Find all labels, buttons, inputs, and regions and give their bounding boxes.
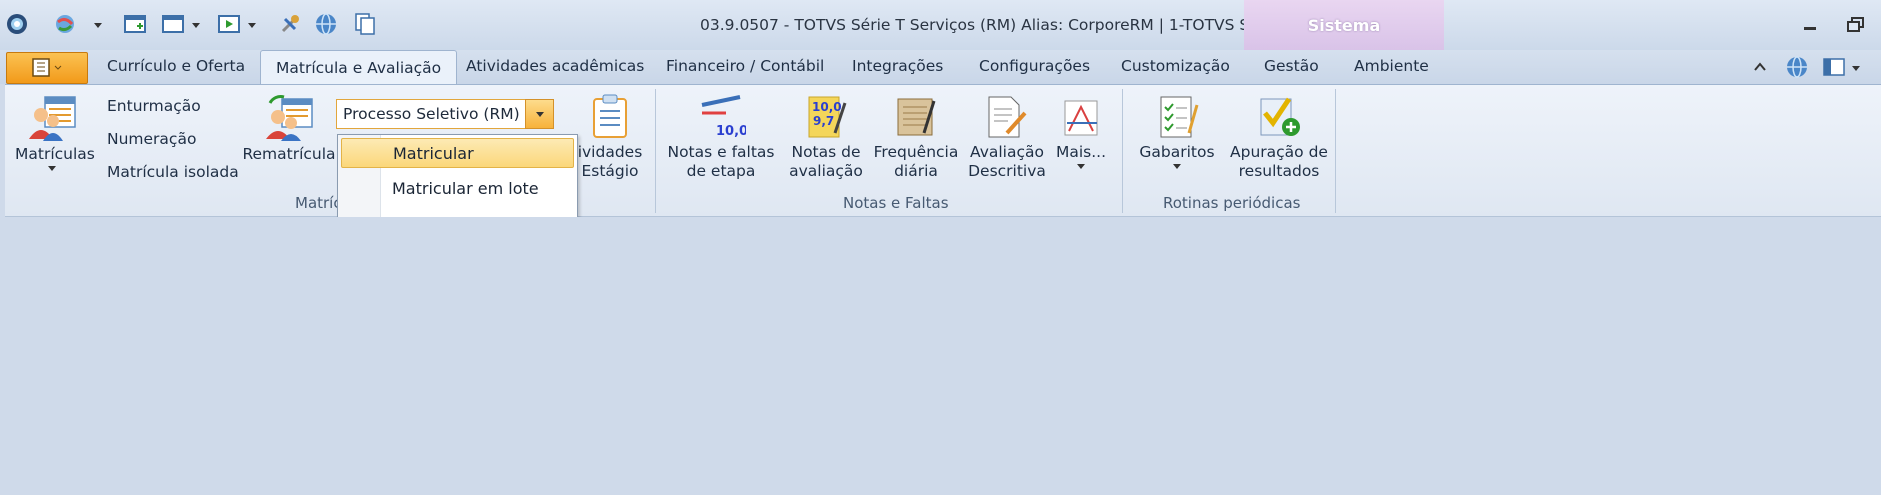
notas-faltas-etapa-button[interactable]: 10,0 Notas e faltas de etapa [665, 93, 777, 181]
notas-avaliacao-label-1: Notas de [791, 143, 861, 161]
gabaritos-button[interactable]: Gabaritos [1135, 93, 1219, 169]
collapse-ribbon-icon[interactable] [1750, 54, 1770, 80]
tab-matricula-avaliacao[interactable]: Matrícula e Avaliação [260, 50, 458, 84]
apuracao-resultados-label-1: Apuração de [1230, 143, 1328, 161]
app-logo-icon[interactable] [4, 11, 30, 37]
checklist-icon [1160, 96, 1199, 138]
dropdown-arrow-icon[interactable] [190, 11, 202, 37]
dropdown-arrow-icon[interactable] [246, 11, 258, 37]
mais-button[interactable]: Mais... [1053, 93, 1109, 169]
run-icon[interactable] [216, 11, 242, 37]
dropdown-arrow-icon[interactable] [1850, 54, 1862, 80]
rematricula-icon [266, 95, 313, 141]
window-icon[interactable] [160, 11, 186, 37]
avaliacao-descritiva-label-2: Descritiva [968, 162, 1046, 180]
chevron-down-icon [48, 166, 56, 171]
svg-text:9,7: 9,7 [813, 114, 834, 128]
context-tab-label: Sistema [1307, 16, 1381, 35]
window-title: 03.9.0507 - TOTVS Série T Serviços (RM) … [700, 16, 1261, 34]
copy-icon[interactable] [352, 11, 378, 37]
group-label-rotinas-periodicas: Rotinas periódicas [1163, 194, 1301, 212]
tab-integracoes[interactable]: Integrações [852, 57, 943, 75]
document-pencil-icon [988, 96, 1027, 138]
notas-avaliacao-label-2: avaliação [789, 162, 863, 180]
apuracao-resultados-button[interactable]: Apuração de resultados [1223, 93, 1335, 181]
clipboard-icon [593, 94, 627, 138]
atividades-estagio-button[interactable]: ividades Estágio [571, 93, 649, 181]
group-separator [1335, 89, 1336, 213]
tab-financeiro-contabil[interactable]: Financeiro / Contábil [666, 57, 824, 75]
atividades-estagio-label-2: Estágio [581, 162, 639, 180]
ribbon-panel: Matrículas Enturmação Numeração Matrícul… [5, 84, 1881, 218]
notas-faltas-etapa-label-1: Notas e faltas [667, 143, 775, 161]
frequencia-diaria-label-2: diária [894, 162, 938, 180]
file-menu-icon [32, 58, 62, 77]
notas-avaliacao-button[interactable]: 10,0 9,7 Notas de avaliação [785, 93, 867, 181]
matriculas-button[interactable]: Matrículas [15, 93, 95, 171]
combo-dropdown-button[interactable] [525, 99, 554, 129]
tab-customizacao[interactable]: Customização [1121, 57, 1230, 75]
drawing-tools-icon [1064, 100, 1098, 136]
tab-configuracoes[interactable]: Configurações [979, 57, 1090, 75]
attendance-book-icon [897, 98, 936, 136]
avaliacao-descritiva-label-1: Avaliação [970, 143, 1044, 161]
chevron-down-icon [1173, 164, 1181, 169]
check-add-icon [1260, 97, 1300, 136]
tab-curriculo-oferta[interactable]: Currículo e Oferta [107, 57, 245, 75]
rematricula-button[interactable]: Rematrícula [241, 93, 337, 164]
tab-gestao[interactable]: Gestão [1264, 57, 1319, 75]
chevron-down-icon [536, 112, 544, 117]
menu-item-matricular-em-lote[interactable]: Matricular em lote [341, 174, 574, 204]
layout-icon[interactable] [1822, 54, 1846, 80]
group-separator [1122, 89, 1123, 213]
numeracao-button[interactable]: Numeração [107, 130, 196, 148]
group-separator [655, 89, 656, 213]
group-label-notas-faltas: Notas e Faltas [843, 194, 949, 212]
grade-ruler-icon: 10,0 [701, 95, 746, 139]
globe-swirl-icon[interactable] [52, 11, 78, 37]
workspace-area [5, 217, 1881, 495]
grades-notepad-icon: 10,0 9,7 [808, 96, 847, 138]
matriculas-label: Matrículas [15, 145, 95, 163]
frequencia-diaria-button[interactable]: Frequência diária [871, 93, 961, 181]
new-window-icon[interactable] [122, 11, 148, 37]
matriculas-icon [29, 96, 76, 141]
frequencia-diaria-label-1: Frequência [873, 143, 959, 161]
ribbon-tab-row: Currículo e Oferta Matrícula e Avaliação… [0, 50, 1881, 84]
dropdown-arrow-icon[interactable] [92, 11, 104, 37]
gabaritos-label: Gabaritos [1139, 143, 1215, 161]
processo-seletivo-combo[interactable]: Processo Seletivo (RM) [336, 99, 554, 129]
globe-icon[interactable] [314, 11, 338, 37]
title-bar: 03.9.0507 - TOTVS Série T Serviços (RM) … [0, 0, 1881, 50]
restore-icon[interactable] [1842, 12, 1870, 38]
rematricula-label: Rematrícula [242, 145, 336, 163]
matricula-isolada-button[interactable]: Matrícula isolada [107, 163, 239, 181]
notas-faltas-etapa-label-2: de etapa [686, 162, 756, 180]
svg-text:10,0: 10,0 [716, 124, 746, 139]
atividades-estagio-label-1: ividades [577, 143, 643, 161]
file-menu-button[interactable] [6, 52, 88, 84]
menu-item-matricular[interactable]: Matricular [341, 138, 574, 168]
avaliacao-descritiva-button[interactable]: Avaliação Descritiva [965, 93, 1049, 181]
tab-atividades-academicas[interactable]: Atividades acadêmicas [466, 57, 644, 75]
enturmacao-button[interactable]: Enturmação [107, 97, 201, 115]
mais-label: Mais... [1055, 143, 1107, 161]
tab-ambiente[interactable]: Ambiente [1354, 57, 1429, 75]
context-tab-sistema[interactable]: Sistema [1244, 0, 1444, 50]
processo-seletivo-combo-value: Processo Seletivo (RM) [343, 105, 520, 123]
help-globe-icon[interactable] [1784, 54, 1810, 80]
svg-text:10,0: 10,0 [812, 100, 842, 114]
apuracao-resultados-label-2: resultados [1238, 162, 1320, 180]
chevron-down-icon [1077, 164, 1085, 169]
tools-icon[interactable] [278, 11, 302, 37]
minimize-icon[interactable] [1796, 12, 1824, 38]
